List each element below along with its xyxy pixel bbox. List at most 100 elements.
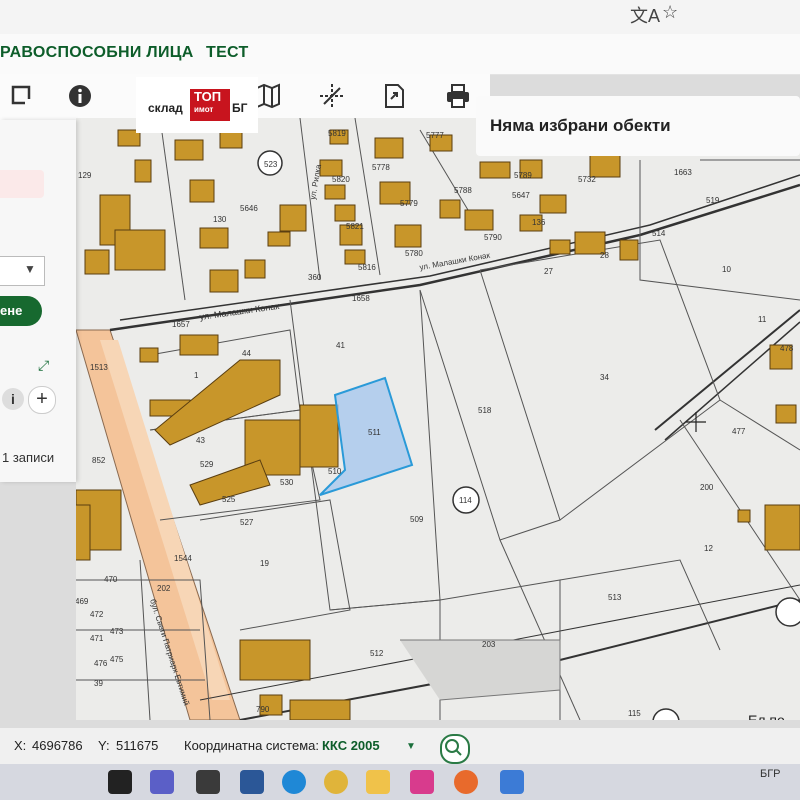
parcel-number-label: 513 bbox=[608, 593, 622, 602]
parcel-number-label: 5819 bbox=[328, 129, 346, 138]
nav-item-legal[interactable]: РАВОСПОСОБНИ ЛИЦА bbox=[0, 44, 194, 62]
parcel-number-label: 470 bbox=[104, 575, 118, 584]
parcel-number-label: 360 bbox=[308, 273, 322, 282]
map-icon[interactable] bbox=[254, 82, 282, 110]
apply-button[interactable]: ене bbox=[0, 296, 42, 326]
coordinate-system-label: Координатна система: bbox=[184, 738, 319, 753]
parcel-number-label: 28 bbox=[600, 251, 609, 260]
parcel-number-label: 5732 bbox=[578, 175, 596, 184]
left-side-panel: ▼ ене ⤢ i + 1 записи bbox=[0, 120, 76, 482]
parcel-number-label: 511 bbox=[368, 428, 381, 437]
export-document-icon[interactable] bbox=[380, 82, 408, 110]
parcel-number-label: 518 bbox=[478, 406, 492, 415]
parcel-number-label: 476 bbox=[94, 659, 108, 668]
parcel-number-label: 852 bbox=[92, 456, 106, 465]
parcel-number-label: 477 bbox=[732, 427, 746, 436]
browser-strip: 文A ☆ bbox=[0, 0, 800, 34]
parcel-number-label: 12 bbox=[704, 544, 713, 553]
file-explorer-icon[interactable] bbox=[366, 770, 390, 794]
parcel-number-label: 530 bbox=[280, 478, 294, 487]
parcel-number-label: 514 bbox=[652, 229, 666, 238]
b-app-icon[interactable] bbox=[240, 770, 264, 794]
widgets-icon[interactable] bbox=[196, 770, 220, 794]
type-select[interactable] bbox=[0, 256, 45, 286]
language-indicator[interactable]: БГР bbox=[760, 768, 781, 780]
instagram-icon[interactable] bbox=[410, 770, 434, 794]
parcel-number-label: 475 bbox=[110, 655, 124, 664]
chevron-down-icon[interactable]: ▼ bbox=[406, 741, 416, 752]
parcel-number-label: 471 bbox=[90, 634, 104, 643]
print-icon[interactable] bbox=[444, 82, 472, 110]
parcel-number-label: 43 bbox=[196, 436, 205, 445]
parcel-number-label: 5789 bbox=[514, 171, 532, 180]
parcel-number-label: 114 bbox=[459, 496, 472, 505]
parcel-number-label: 130 bbox=[213, 215, 227, 224]
y-label: Y: bbox=[98, 738, 110, 753]
parcel-number-label: 510 bbox=[328, 467, 342, 476]
chevron-down-icon[interactable]: ▼ bbox=[24, 262, 36, 276]
info-icon[interactable]: i bbox=[2, 388, 24, 410]
parcel-number-label: 5821 bbox=[346, 222, 364, 231]
parcel-number-label: 529 bbox=[200, 460, 214, 469]
firefox-icon[interactable] bbox=[454, 770, 478, 794]
parcel-number-label: 478 bbox=[780, 344, 794, 353]
parcel-number-label: 1663 bbox=[674, 168, 692, 177]
parcel-number-label: 1658 bbox=[352, 294, 370, 303]
parcel-number-label: 203 bbox=[482, 640, 496, 649]
select-rectangle-icon[interactable] bbox=[8, 82, 36, 110]
parcel-number-label: 5788 bbox=[454, 186, 472, 195]
parcel-number-label: 19 bbox=[260, 559, 269, 568]
task-view-icon[interactable] bbox=[108, 770, 132, 794]
logo-text-right: БГ bbox=[232, 101, 248, 115]
chrome-icon[interactable] bbox=[324, 770, 348, 794]
search-input[interactable] bbox=[0, 170, 44, 198]
parcel-number-label: 5816 bbox=[358, 263, 376, 272]
parcel-number-label: 202 bbox=[157, 584, 171, 593]
parcel-number-label: 525 bbox=[222, 495, 236, 504]
parcel-number-label: 5820 bbox=[332, 175, 350, 184]
parcel-number-label: 472 bbox=[90, 610, 104, 619]
info-circle-icon[interactable] bbox=[66, 82, 94, 110]
parcel-number-label: 11 bbox=[758, 315, 767, 324]
zoom-search-button[interactable] bbox=[440, 734, 470, 764]
selection-status: Няма избрани обекти bbox=[490, 116, 671, 135]
logo-text-top: ТОП bbox=[194, 89, 222, 104]
parcel-number-label: 473 bbox=[110, 627, 124, 636]
parcel-number-label: 523 bbox=[264, 160, 278, 169]
app-icon[interactable] bbox=[500, 770, 524, 794]
parcel-number-label: 519 bbox=[706, 196, 720, 205]
edge-icon[interactable] bbox=[282, 770, 306, 794]
logo-text-left: склад bbox=[148, 101, 183, 115]
parcel-number-label: 509 bbox=[410, 515, 424, 524]
parcel-number-label: 5780 bbox=[405, 249, 423, 258]
y-value: 511675 bbox=[116, 738, 159, 753]
parcel-number-label: 1544 bbox=[174, 554, 192, 563]
favorite-star-icon[interactable]: ☆ bbox=[662, 2, 678, 23]
x-value: 4696786 bbox=[32, 738, 83, 753]
parcel-number-label: 5790 bbox=[484, 233, 502, 242]
parcel-number-label: 34 bbox=[600, 373, 609, 382]
teams-icon[interactable] bbox=[150, 770, 174, 794]
coordinate-system-select[interactable]: ККС 2005 bbox=[322, 738, 380, 753]
x-label: X: bbox=[14, 738, 27, 753]
measure-crosshair-icon[interactable] bbox=[318, 82, 346, 110]
cadastral-map[interactable]: 523 5819 5777 5778 5820 5788 5789 5732 1663 519 12… bbox=[76, 118, 800, 720]
parcel-number-label: 790 bbox=[256, 705, 270, 714]
selection-panel: Няма избрани обекти bbox=[476, 96, 800, 156]
parcel-number-label: 5777 bbox=[426, 131, 444, 140]
parcel-number-label: 527 bbox=[240, 518, 254, 527]
add-icon[interactable]: + bbox=[28, 386, 56, 414]
parcel-number-label: 41 bbox=[336, 341, 345, 350]
nav-item-test[interactable]: ТЕСТ bbox=[206, 44, 249, 62]
parcel-number-label: 27 bbox=[544, 267, 553, 276]
expand-icon[interactable]: ⤢ bbox=[38, 358, 52, 372]
parcel-number-label: 1 bbox=[194, 371, 199, 380]
parcel-number-label: 5779 bbox=[400, 199, 418, 208]
parcel-number-label: 44 bbox=[242, 349, 251, 358]
translate-icon[interactable]: 文A bbox=[630, 2, 660, 28]
parcel-number-label: 512 bbox=[370, 649, 384, 658]
parcel-number-label: 1657 bbox=[172, 320, 190, 329]
parcel-number-label: 5646 bbox=[240, 204, 258, 213]
parcel-number-label: 10 bbox=[722, 265, 731, 274]
parcel-number-label: 469 bbox=[76, 597, 89, 606]
